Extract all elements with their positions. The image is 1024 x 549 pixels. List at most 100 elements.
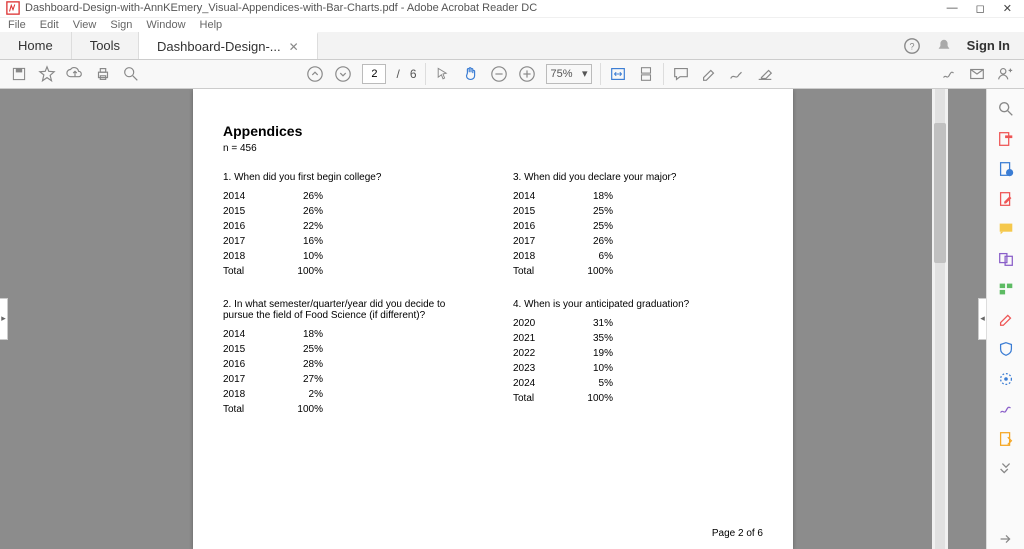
fill-sign-icon[interactable]	[996, 399, 1016, 419]
vertical-scrollbar[interactable]	[932, 89, 948, 549]
svg-text:?: ?	[909, 41, 914, 51]
row-value: 10%	[573, 361, 613, 376]
row-value: 26%	[283, 189, 323, 204]
comment-tool-icon[interactable]	[996, 219, 1016, 239]
scroll-mode-icon[interactable]	[637, 65, 655, 83]
tab-close-icon[interactable]: ✕	[289, 40, 299, 54]
row-value: 18%	[283, 327, 323, 342]
row-value: 100%	[283, 264, 323, 279]
row-label: 2015	[223, 204, 283, 219]
tab-home[interactable]: Home	[0, 32, 72, 59]
tab-document-label: Dashboard-Design-...	[157, 39, 281, 54]
menu-help[interactable]: Help	[200, 19, 223, 31]
row-label: 2018	[513, 249, 573, 264]
data-row: 201418%	[513, 189, 763, 204]
row-label: 2017	[223, 372, 283, 387]
redact-icon[interactable]	[996, 309, 1016, 329]
tab-tools[interactable]: Tools	[72, 32, 139, 59]
row-value: 25%	[573, 219, 613, 234]
row-label: 2016	[513, 219, 573, 234]
bell-icon[interactable]	[935, 37, 953, 55]
window-title: Dashboard-Design-with-AnnKEmery_Visual-A…	[25, 2, 947, 14]
menu-edit[interactable]: Edit	[40, 19, 59, 31]
menu-window[interactable]: Window	[146, 19, 185, 31]
minimize-button[interactable]: —	[947, 2, 958, 15]
menu-file[interactable]: File	[8, 19, 26, 31]
row-label: 2016	[223, 219, 283, 234]
data-row: 201526%	[223, 204, 473, 219]
document-viewport[interactable]: Appendices n = 456 1. When did you first…	[0, 89, 986, 549]
data-row: 201810%	[223, 249, 473, 264]
scrollbar-thumb[interactable]	[934, 123, 946, 263]
zoom-select[interactable]: 75%▾	[546, 64, 592, 84]
maximize-button[interactable]: ◻	[976, 2, 985, 15]
help-icon[interactable]: ?	[903, 37, 921, 55]
combine-icon[interactable]	[996, 249, 1016, 269]
row-label: 2022	[513, 346, 573, 361]
tools-sidebar	[986, 89, 1024, 549]
data-row: 201625%	[513, 219, 763, 234]
question-4: 4. When is your anticipated graduation? …	[513, 299, 763, 406]
share-person-icon[interactable]	[996, 65, 1014, 83]
row-label: 2016	[223, 357, 283, 372]
data-row: 201622%	[223, 219, 473, 234]
print-icon[interactable]	[94, 65, 112, 83]
row-label: Total	[223, 402, 283, 417]
draw-icon[interactable]	[728, 65, 746, 83]
search-icon[interactable]	[122, 65, 140, 83]
data-row: Total100%	[223, 402, 473, 417]
export-pdf-icon[interactable]	[996, 129, 1016, 149]
page-down-icon[interactable]	[334, 65, 352, 83]
sign-icon[interactable]	[940, 65, 958, 83]
comment-icon[interactable]	[672, 65, 690, 83]
hand-icon[interactable]	[462, 65, 480, 83]
data-row: 20245%	[513, 376, 763, 391]
save-icon[interactable]	[10, 65, 28, 83]
row-label: 2014	[223, 189, 283, 204]
row-label: 2015	[513, 204, 573, 219]
row-value: 25%	[573, 204, 613, 219]
email-icon[interactable]	[968, 65, 986, 83]
collapse-panel-icon[interactable]	[996, 529, 1016, 549]
right-panel-toggle[interactable]: ◂	[978, 298, 986, 340]
search-tool-icon[interactable]	[996, 99, 1016, 119]
zoom-in-icon[interactable]	[518, 65, 536, 83]
row-label: 2014	[513, 189, 573, 204]
compress-icon[interactable]	[996, 369, 1016, 389]
more-tools-icon[interactable]	[996, 459, 1016, 479]
q4-title: 4. When is your anticipated graduation?	[513, 299, 763, 310]
highlight-icon[interactable]	[700, 65, 718, 83]
left-panel-toggle[interactable]: ▸	[0, 298, 8, 340]
row-value: 35%	[573, 331, 613, 346]
row-value: 100%	[573, 264, 613, 279]
data-row: 201525%	[513, 204, 763, 219]
page-separator: /	[396, 67, 399, 81]
question-1: 1. When did you first begin college? 201…	[223, 172, 473, 279]
menu-sign[interactable]: Sign	[110, 19, 132, 31]
erase-icon[interactable]	[756, 65, 774, 83]
data-row: Total100%	[513, 264, 763, 279]
organize-icon[interactable]	[996, 279, 1016, 299]
row-label: 2017	[223, 234, 283, 249]
star-icon[interactable]	[38, 65, 56, 83]
cloud-upload-icon[interactable]	[66, 65, 84, 83]
page-up-icon[interactable]	[306, 65, 324, 83]
menu-view[interactable]: View	[73, 19, 97, 31]
row-value: 16%	[283, 234, 323, 249]
signin-link[interactable]: Sign In	[967, 38, 1010, 53]
zoom-out-icon[interactable]	[490, 65, 508, 83]
edit-pdf-icon[interactable]	[996, 189, 1016, 209]
row-label: Total	[223, 264, 283, 279]
data-row: 202031%	[513, 316, 763, 331]
data-row: 201726%	[513, 234, 763, 249]
fit-width-icon[interactable]	[609, 65, 627, 83]
tab-document[interactable]: Dashboard-Design-... ✕	[139, 32, 318, 59]
close-button[interactable]: ✕	[1003, 2, 1012, 15]
menubar: File Edit View Sign Window Help	[0, 18, 1024, 32]
question-2: 2. In what semester/quarter/year did you…	[223, 299, 473, 417]
protect-icon[interactable]	[996, 339, 1016, 359]
pointer-icon[interactable]	[434, 65, 452, 83]
send-icon[interactable]	[996, 429, 1016, 449]
create-pdf-icon[interactable]	[996, 159, 1016, 179]
page-number-input[interactable]	[362, 64, 386, 84]
